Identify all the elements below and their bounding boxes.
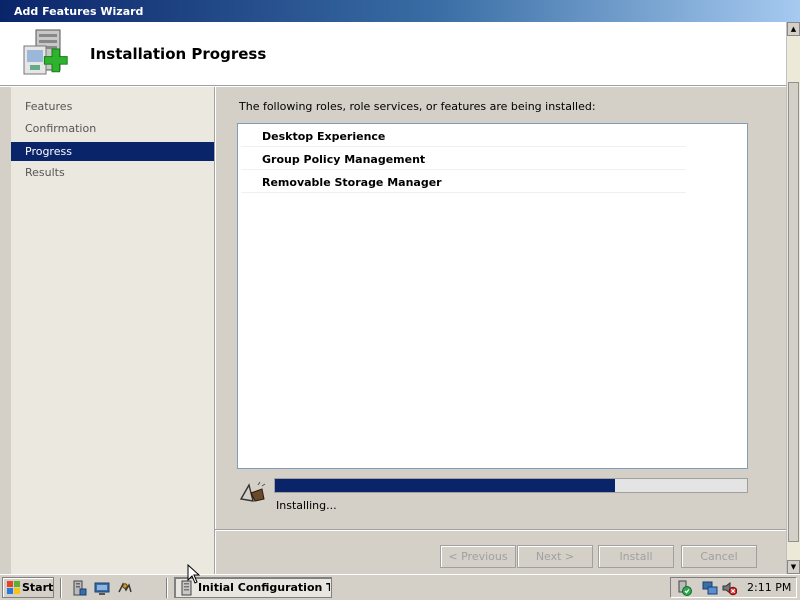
windows-logo-icon [7,581,20,594]
start-button[interactable]: Start [2,577,54,598]
clock[interactable]: 2:11 PM [747,581,791,594]
nav-item-label: Results [25,166,65,179]
intro-text: The following roles, role services, or f… [239,100,596,113]
feature-list[interactable]: Desktop Experience Group Policy Manageme… [237,123,748,469]
title-bar[interactable]: Add Features Wizard [0,0,800,22]
nav-item-label: Features [25,100,73,113]
previous-button[interactable]: < Previous [440,545,516,568]
wizard-header: Installation Progress [0,22,786,86]
footer-separator [215,529,786,531]
mouse-cursor-icon [187,564,201,584]
nav-item-progress[interactable]: Progress [11,142,214,161]
task-button-label: Initial Configuration T... [198,581,330,594]
security-shield-icon[interactable] [676,580,692,596]
scroll-up-arrow-icon[interactable]: ▲ [787,22,800,36]
progress-status: Installing... [276,499,337,512]
list-item: Desktop Experience [241,124,686,147]
server-add-icon [23,29,68,75]
page-title: Installation Progress [90,45,267,63]
next-button[interactable]: Next > [517,545,593,568]
nav-item-confirmation[interactable]: Confirmation [11,119,214,138]
pane-divider [214,87,216,574]
network-icon[interactable] [702,580,718,596]
quicklaunch-separator [60,578,62,598]
quicklaunch-separator [166,578,168,598]
wizard-nav: Features Confirmation Progress Results [11,87,214,574]
command-prompt-icon[interactable] [117,580,133,596]
start-label: Start [22,581,54,594]
list-item: Removable Storage Manager [241,170,686,193]
scroll-thumb[interactable] [788,82,799,542]
install-button[interactable]: Install [598,545,674,568]
window-title: Add Features Wizard [14,5,144,18]
vertical-scrollbar[interactable]: ▲ ▼ [786,22,800,574]
progress-fill [275,479,615,492]
show-desktop-icon[interactable] [94,580,110,596]
nav-item-label: Confirmation [25,122,97,135]
nav-item-features[interactable]: Features [11,97,214,116]
scroll-down-arrow-icon[interactable]: ▼ [787,560,800,574]
progress-bar [274,478,748,493]
list-item: Group Policy Management [241,147,686,170]
taskbar: Start Initial Configuration T... 2:11 PM [0,574,800,600]
nav-item-results[interactable]: Results [11,163,214,182]
server-manager-icon[interactable] [71,580,87,596]
system-tray: 2:11 PM [670,577,797,598]
volume-muted-icon[interactable] [721,580,737,596]
wizard-body: Features Confirmation Progress Results T… [0,87,786,574]
nav-item-label: Progress [25,145,72,158]
installing-animation-icon [239,481,266,502]
cancel-button[interactable]: Cancel [681,545,757,568]
